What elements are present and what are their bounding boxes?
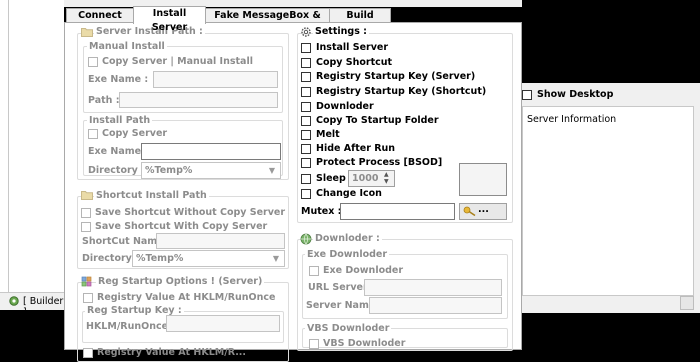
url-server-input[interactable] bbox=[364, 279, 502, 296]
shortcut-directory-label: Directory : bbox=[82, 253, 139, 264]
install-server-label: Install Server bbox=[316, 42, 389, 53]
copy-shortcut-checkbox[interactable] bbox=[301, 58, 311, 68]
builder-status-bar: [ Builder ] bbox=[0, 292, 64, 318]
exe-downloder-label: Exe Downloder bbox=[323, 265, 404, 276]
settings-title: Settings : bbox=[313, 26, 369, 37]
shortcut-directory-value: %Temp% bbox=[136, 253, 184, 264]
exe-downloder-title: Exe Downloder bbox=[305, 249, 390, 260]
sleep-stepper[interactable]: 1000 ▲ ▼ bbox=[348, 170, 395, 187]
sleep-checkbox[interactable] bbox=[301, 174, 311, 184]
stepper-up-icon[interactable]: ▲ bbox=[384, 171, 389, 178]
manual-path-input[interactable] bbox=[119, 92, 278, 108]
right-scroll-handle[interactable] bbox=[680, 296, 694, 310]
tab-install-server[interactable]: Install Server bbox=[133, 6, 206, 33]
copy-server-manual-checkbox[interactable] bbox=[88, 57, 98, 67]
reg-startup-options-title: Reg Startup Options ! (Server) bbox=[96, 276, 265, 287]
show-desktop-label: Show Desktop bbox=[537, 89, 614, 100]
manual-path-label: Path : bbox=[88, 95, 120, 106]
copy-server-checkbox[interactable] bbox=[88, 129, 98, 139]
save-shortcut-without-label: Save Shortcut Without Copy Server bbox=[95, 207, 286, 218]
install-exe-name-label: Exe Name : bbox=[88, 146, 149, 157]
melt-label: Melt bbox=[316, 129, 340, 140]
manual-exe-name-label: Exe Name : bbox=[88, 74, 149, 85]
exe-downloder-checkbox[interactable] bbox=[309, 266, 319, 276]
vbs-downloder-label: VBS Downloder bbox=[323, 338, 406, 349]
registry-startup-shortcut-checkbox[interactable] bbox=[301, 87, 311, 97]
gear-icon bbox=[300, 26, 312, 41]
registry-startup-shortcut-label: Registry Startup Key (Shortcut) bbox=[316, 86, 487, 97]
registry-startup-server-label: Registry Startup Key (Server) bbox=[316, 71, 476, 82]
mutex-label: Mutex : bbox=[301, 206, 342, 217]
hide-after-run-label: Hide After Run bbox=[316, 143, 396, 154]
show-desktop-checkbox[interactable] bbox=[522, 90, 532, 100]
server-info-label: Server Information bbox=[527, 114, 617, 125]
folder-icon bbox=[81, 190, 93, 203]
folder-icon bbox=[81, 27, 93, 40]
protect-process-label: Protect Process [BSOD] bbox=[316, 157, 443, 168]
manual-install-title: Manual Install bbox=[87, 41, 167, 52]
registry-hklm-runonce-checkbox[interactable] bbox=[83, 293, 93, 303]
vbs-downloder-title: VBS Downloder bbox=[305, 323, 392, 334]
install-server-checkbox[interactable] bbox=[301, 43, 311, 53]
vbs-downloder-checkbox[interactable] bbox=[309, 339, 319, 349]
manual-exe-name-input[interactable] bbox=[153, 71, 278, 88]
hklm-runonce-key-input[interactable] bbox=[166, 315, 280, 332]
copy-to-startup-checkbox[interactable] bbox=[301, 116, 311, 126]
shortcut-name-input[interactable] bbox=[156, 233, 285, 249]
shortcut-install-path-title: Shortcut Install Path bbox=[94, 190, 209, 201]
icon-preview-box[interactable] bbox=[459, 163, 507, 196]
tab-strip: Connect Info Install Server Fake Message… bbox=[64, 6, 522, 35]
registry-hklm-run-label: Registry Value At HKLM/R... bbox=[97, 347, 247, 358]
change-icon-label: Change Icon bbox=[316, 188, 382, 199]
save-shortcut-with-label: Save Shortcut With Copy Server bbox=[95, 221, 268, 232]
install-path-title: Install Path bbox=[87, 115, 153, 126]
sleep-value: 1000 bbox=[352, 173, 379, 184]
registry-startup-server-checkbox[interactable] bbox=[301, 72, 311, 82]
tab-fake-messagebox-antis[interactable]: Fake MessageBox & Antis bbox=[205, 8, 330, 35]
left-panel-border bbox=[8, 0, 9, 292]
copy-server-label: Copy Server bbox=[102, 128, 168, 139]
mutex-input[interactable] bbox=[340, 203, 455, 220]
downloder-title: Downloder : bbox=[313, 233, 382, 244]
install-exe-name-input[interactable] bbox=[141, 143, 281, 160]
key-icon bbox=[463, 206, 477, 220]
gear-icon bbox=[8, 295, 20, 307]
install-directory-select[interactable]: %Temp% ▼ bbox=[141, 162, 281, 179]
copy-to-startup-label: Copy To Startup Folder bbox=[316, 115, 439, 126]
copy-shortcut-label: Copy Shortcut bbox=[316, 57, 393, 68]
builder-tab[interactable]: [ Builder ] bbox=[23, 296, 64, 318]
downloder-checkbox[interactable] bbox=[301, 102, 311, 112]
copy-server-manual-label: Copy Server | Manual Install bbox=[102, 56, 253, 67]
stepper-down-icon[interactable]: ▼ bbox=[384, 178, 389, 185]
server-info-panel bbox=[522, 106, 694, 296]
tab-connect-info[interactable]: Connect Info bbox=[66, 8, 134, 35]
save-shortcut-without-checkbox[interactable] bbox=[81, 208, 91, 218]
registry-icon bbox=[81, 276, 93, 291]
mutex-generate-button[interactable]: ... bbox=[459, 203, 507, 220]
change-icon-checkbox[interactable] bbox=[301, 189, 311, 199]
save-shortcut-with-checkbox[interactable] bbox=[81, 222, 91, 232]
install-directory-value: %Temp% bbox=[145, 165, 193, 176]
tab-build-server[interactable]: Build Server bbox=[329, 8, 391, 35]
registry-hklm-runonce-label: Registry Value At HKLM/RunOnce bbox=[97, 292, 276, 303]
install-server-tab-content: Server Install Path : Manual Install Cop… bbox=[64, 22, 522, 362]
chevron-down-icon: ▼ bbox=[272, 254, 280, 263]
protect-process-checkbox[interactable] bbox=[301, 158, 311, 168]
hklm-runonce-key-label: HKLM/RunOnce : bbox=[86, 321, 176, 332]
server-name-input[interactable] bbox=[369, 297, 502, 314]
install-directory-label: Directory : bbox=[88, 165, 145, 176]
downloder-label: Downloder bbox=[316, 101, 374, 112]
hide-after-run-checkbox[interactable] bbox=[301, 144, 311, 154]
globe-icon bbox=[300, 233, 312, 248]
chevron-down-icon: ▼ bbox=[268, 166, 276, 175]
shortcut-directory-select[interactable]: %Temp% ▼ bbox=[132, 250, 285, 267]
mutex-button-label: ... bbox=[478, 204, 489, 215]
melt-checkbox[interactable] bbox=[301, 130, 311, 140]
server-install-path-title: Server Install Path : bbox=[94, 26, 205, 37]
left-background-panel bbox=[0, 0, 64, 292]
